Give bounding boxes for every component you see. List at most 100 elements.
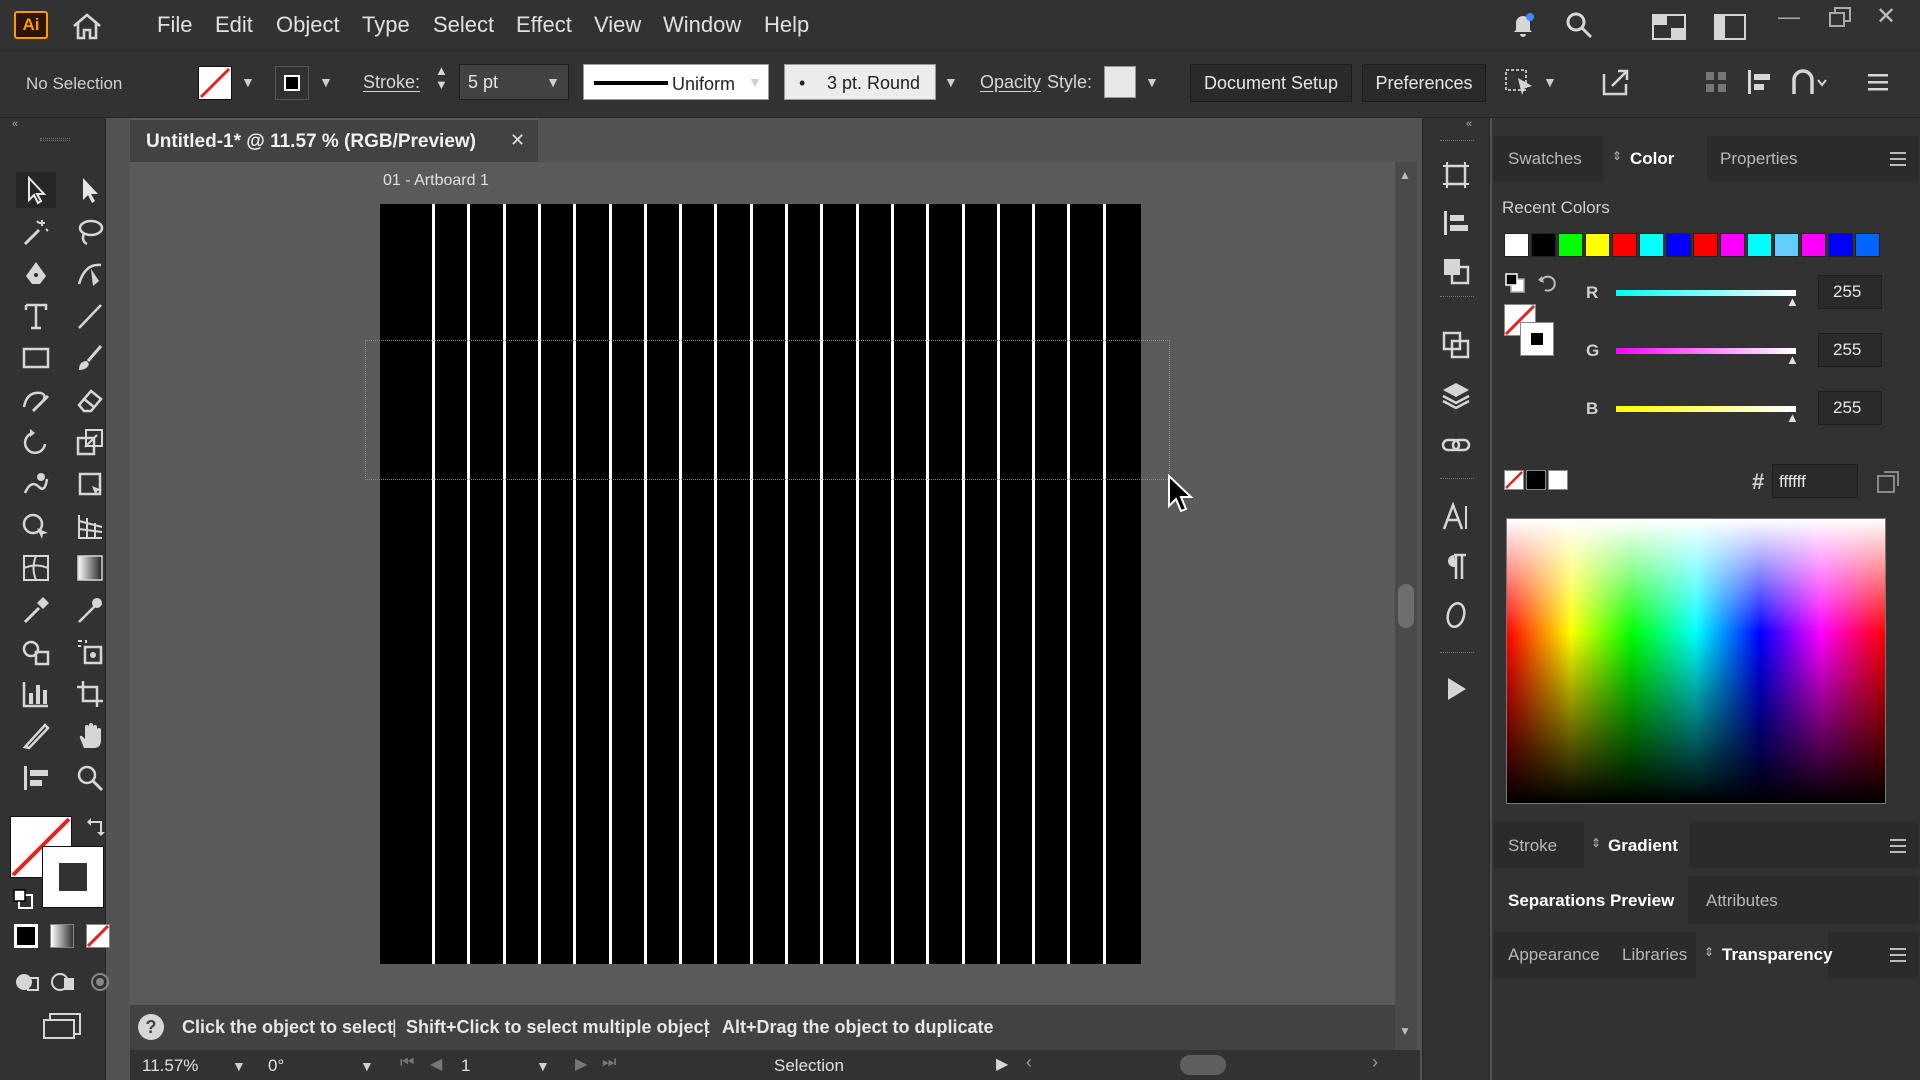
recent-color-swatch[interactable] <box>1531 233 1556 257</box>
magic-wand-tool[interactable] <box>16 214 56 250</box>
next-artboard-icon[interactable]: ▶ <box>575 1054 587 1074</box>
swap-colors-icon[interactable] <box>1504 272 1526 299</box>
paragraph-panel-icon[interactable] <box>1441 552 1471 587</box>
panel-stroke-swatch[interactable] <box>1520 322 1554 356</box>
align-tool[interactable] <box>16 760 56 796</box>
menu-effect[interactable]: Effect <box>516 12 572 38</box>
artboard-stripe[interactable] <box>1102 204 1106 964</box>
fill-swatch[interactable] <box>198 66 232 100</box>
b-value-field[interactable]: 255 <box>1818 391 1882 425</box>
recent-color-swatch[interactable] <box>1558 233 1583 257</box>
eyedropper-alt-tool[interactable] <box>70 592 110 628</box>
recent-color-swatch[interactable] <box>1639 233 1664 257</box>
close-tab-icon[interactable]: ✕ <box>510 130 525 151</box>
r-value-field[interactable]: 255 <box>1818 275 1882 309</box>
menu-view[interactable]: View <box>594 12 641 38</box>
perspective-grid-tool[interactable] <box>70 508 110 544</box>
b-slider-handle-icon[interactable]: ▲ <box>1786 410 1799 425</box>
free-transform-tool[interactable] <box>70 466 110 502</box>
stroke-label[interactable]: Stroke: <box>363 72 420 93</box>
tab-libraries[interactable]: Libraries <box>1622 945 1687 965</box>
artboard-tool[interactable] <box>70 676 110 712</box>
undo-color-icon[interactable] <box>1536 272 1558 299</box>
hex-field[interactable]: ffffff <box>1772 464 1858 498</box>
rotation-chevron-icon[interactable]: ▼ <box>360 1058 374 1074</box>
stroke-weight-field[interactable]: 5 pt ▼ <box>459 64 569 100</box>
artboard-stripe[interactable] <box>643 204 647 964</box>
search-icon[interactable] <box>1564 10 1594 45</box>
artboard-stripe[interactable] <box>1032 204 1036 964</box>
profile-chevron-icon[interactable]: ▼ <box>748 74 762 90</box>
none-mode-button[interactable] <box>86 924 110 948</box>
tab-gradient[interactable]: Gradient <box>1608 836 1678 856</box>
layers-panel-icon[interactable] <box>1441 380 1471 415</box>
curvature-tool[interactable] <box>70 256 110 292</box>
bell-icon[interactable] <box>1508 10 1538 45</box>
actions-play-icon[interactable] <box>1441 674 1471 709</box>
select-similar-chevron-icon[interactable]: ▼ <box>1543 74 1557 90</box>
gradient-tool[interactable] <box>70 550 110 586</box>
shaper-tool[interactable] <box>16 382 56 418</box>
stroke-color-box[interactable] <box>42 846 104 908</box>
b-slider-track[interactable] <box>1616 406 1796 412</box>
menu-window[interactable]: Window <box>663 12 741 38</box>
home-icon[interactable] <box>70 12 104 40</box>
artboard-stripe[interactable] <box>785 204 788 964</box>
type-tool[interactable] <box>16 298 56 334</box>
draw-behind-icon[interactable] <box>50 970 76 999</box>
strip-grip-2[interactable] <box>1440 296 1474 299</box>
artboard-stripe[interactable] <box>961 204 965 964</box>
artboard-stripe[interactable] <box>996 204 1000 964</box>
recent-color-swatch[interactable] <box>1747 233 1772 257</box>
direct-selection-tool[interactable] <box>70 172 110 208</box>
artboard-stripe[interactable] <box>714 204 718 964</box>
opacity-label[interactable]: Opacity <box>980 72 1041 93</box>
artboard-stripe[interactable] <box>890 204 894 964</box>
recent-color-swatch[interactable] <box>1504 233 1529 257</box>
selection-tool[interactable] <box>16 172 56 208</box>
gradient-mode-button[interactable] <box>50 924 74 948</box>
first-artboard-icon[interactable]: ⏮ <box>400 1054 414 1072</box>
scroll-right-icon[interactable]: › <box>1372 1052 1378 1073</box>
color-mode-button[interactable] <box>14 924 38 948</box>
toolbar-grip[interactable] <box>40 138 70 141</box>
g-slider-track[interactable] <box>1616 348 1796 354</box>
recent-color-swatch[interactable] <box>1666 233 1691 257</box>
artboard-stripe[interactable] <box>749 204 753 964</box>
zoom-tool[interactable] <box>70 760 110 796</box>
artboards-panel-icon[interactable] <box>1441 160 1471 195</box>
slice-tool[interactable] <box>16 718 56 754</box>
hand-tool[interactable] <box>70 718 110 754</box>
lasso-tool[interactable] <box>70 214 110 250</box>
recent-color-swatch[interactable] <box>1801 233 1826 257</box>
swap-fill-stroke-icon[interactable] <box>86 816 108 843</box>
transform-panel-icon[interactable] <box>1441 330 1471 365</box>
shape-builder-tool[interactable] <box>16 508 56 544</box>
symbol-sprayer-tool[interactable] <box>70 634 110 670</box>
artboard-number[interactable]: 1 <box>461 1056 470 1076</box>
draw-normal-icon[interactable] <box>14 970 40 999</box>
recent-color-swatch[interactable] <box>1855 233 1880 257</box>
tab-stroke[interactable]: Stroke <box>1508 836 1557 856</box>
shape-builder-icon[interactable] <box>1790 68 1830 101</box>
control-bar-menu-icon[interactable] <box>1866 70 1890 99</box>
tab-swatches[interactable]: Swatches <box>1508 149 1582 169</box>
warp-tool[interactable] <box>16 466 56 502</box>
transparency-panel-menu-icon[interactable] <box>1888 946 1908 969</box>
brush-definition[interactable]: • 3 pt. Round <box>784 64 936 100</box>
artboard-stripe[interactable] <box>855 204 859 964</box>
black-color-chip[interactable] <box>1526 470 1546 490</box>
collapse-toolbar-icon[interactable]: « <box>12 118 18 130</box>
menu-object[interactable]: Object <box>276 12 340 38</box>
export-icon[interactable] <box>1600 66 1632 103</box>
fill-dropdown-chevron-icon[interactable]: ▼ <box>241 74 255 90</box>
menu-file[interactable]: File <box>157 12 192 38</box>
document-tab[interactable]: Untitled-1* @ 11.57 % (RGB/Preview) ✕ <box>130 118 538 162</box>
blend-tool[interactable] <box>16 634 56 670</box>
collapse-strip-icon[interactable]: « <box>1466 118 1472 130</box>
strip-grip-4[interactable] <box>1440 652 1474 655</box>
last-artboard-icon[interactable]: ⏭ <box>602 1054 616 1072</box>
mesh-tool[interactable] <box>16 550 56 586</box>
preferences-button[interactable]: Preferences <box>1362 64 1486 102</box>
previous-artboard-icon[interactable]: ◀ <box>430 1054 442 1074</box>
